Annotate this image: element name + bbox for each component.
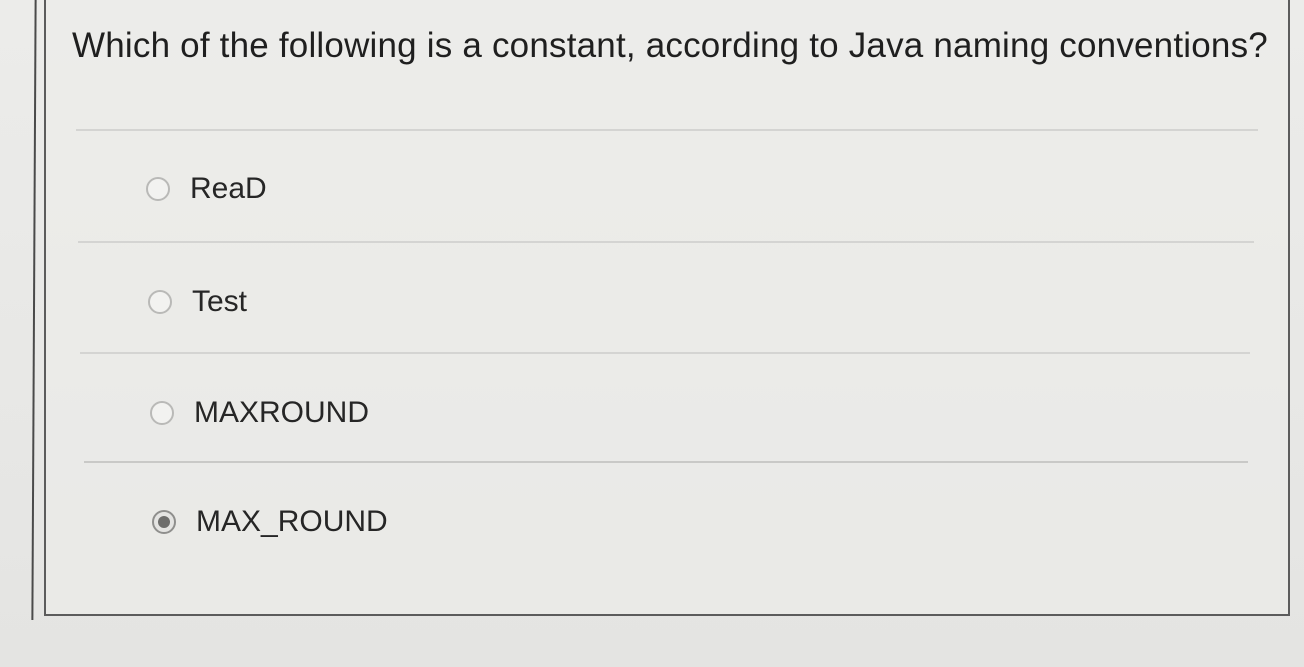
radio-button-icon[interactable] bbox=[148, 290, 172, 314]
option-label: MAX_ROUND bbox=[196, 505, 388, 538]
option-label: Test bbox=[192, 285, 248, 318]
option-max-round[interactable]: MAX_ROUND bbox=[152, 502, 388, 542]
option-test[interactable]: Test bbox=[148, 282, 247, 322]
divider bbox=[78, 241, 1254, 243]
divider bbox=[80, 352, 1250, 354]
divider bbox=[84, 461, 1248, 463]
option-label: MAXROUND bbox=[194, 396, 370, 429]
option-read[interactable]: ReaD bbox=[146, 169, 267, 209]
question-text: Which of the following is a constant, ac… bbox=[72, 26, 1268, 65]
radio-button-icon[interactable] bbox=[146, 177, 170, 201]
radio-button-selected-icon[interactable] bbox=[152, 510, 176, 534]
divider bbox=[76, 129, 1258, 131]
radio-button-icon[interactable] bbox=[150, 401, 174, 425]
left-border-line bbox=[31, 0, 37, 621]
option-maxround[interactable]: MAXROUND bbox=[150, 393, 369, 433]
quiz-page: Which of the following is a constant, ac… bbox=[0, 0, 1304, 667]
option-label: ReaD bbox=[190, 172, 267, 205]
